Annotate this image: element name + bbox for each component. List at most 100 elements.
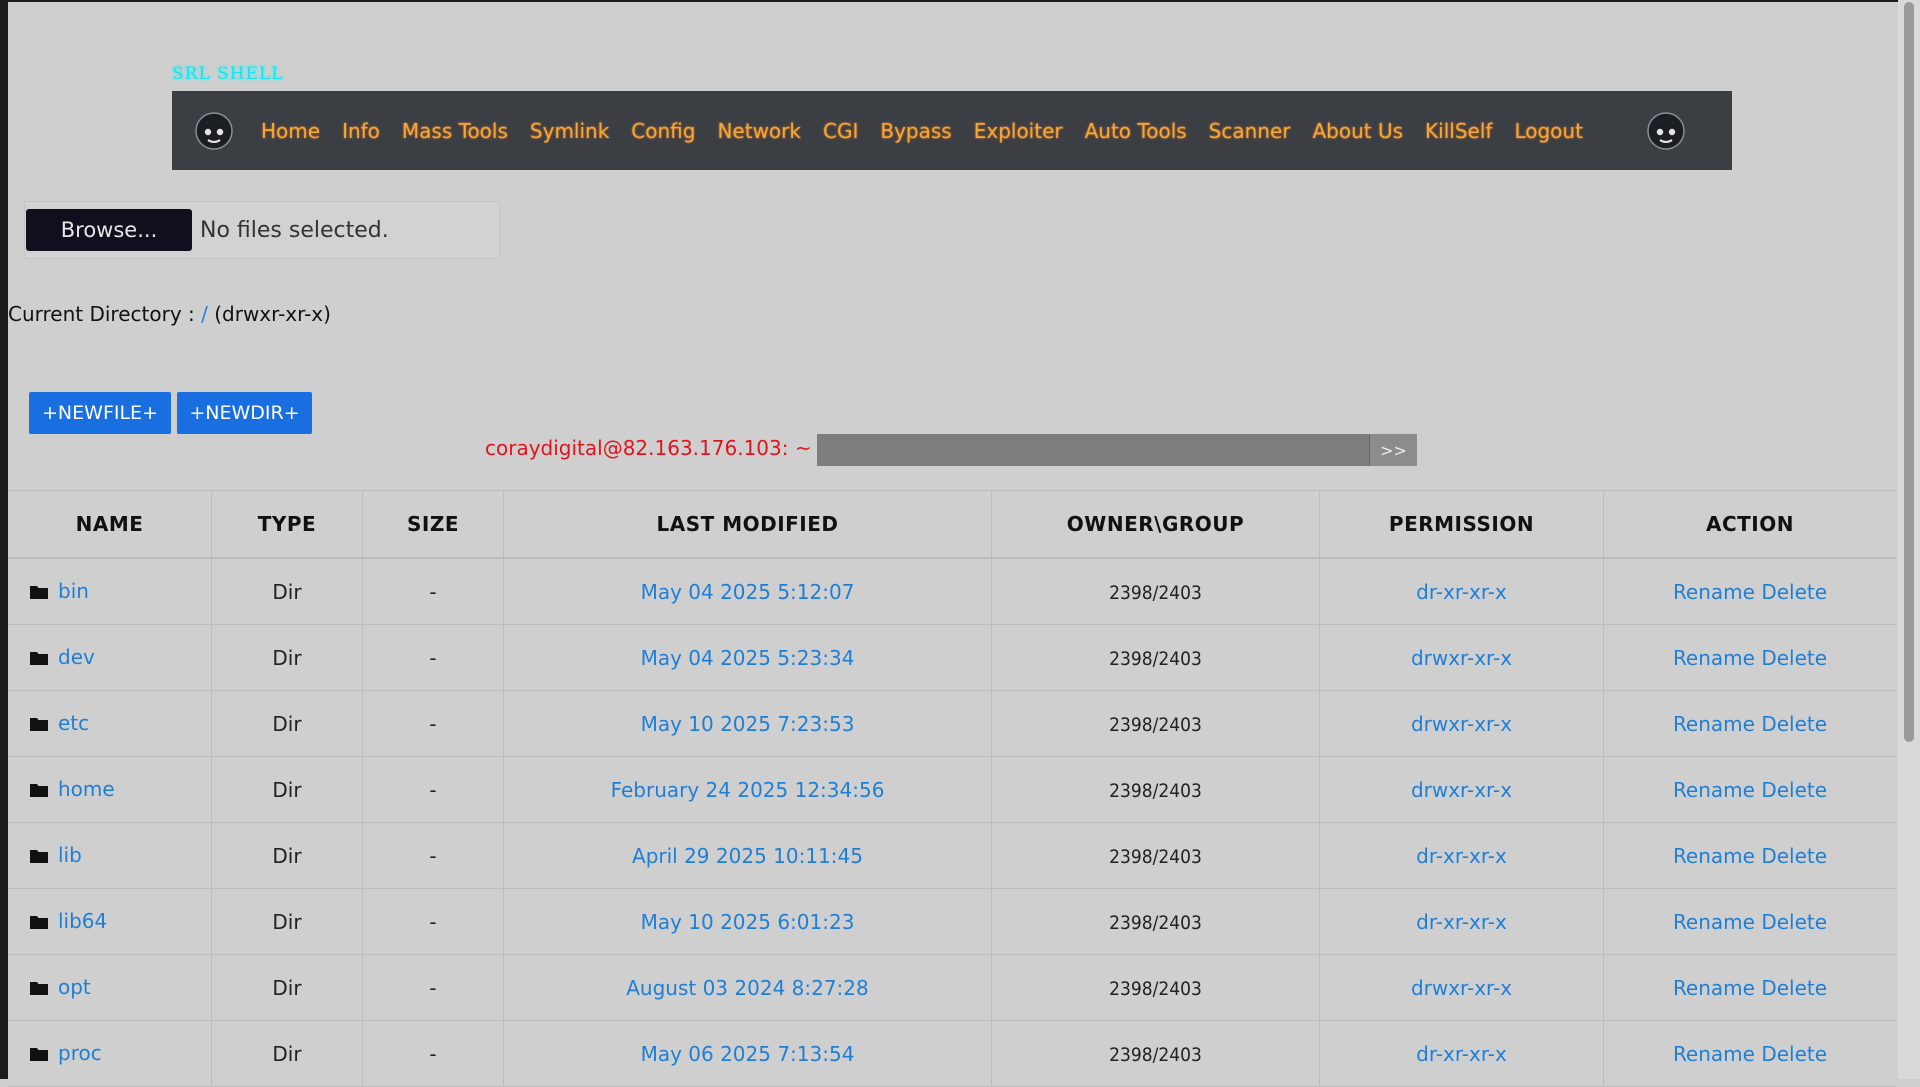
file-name-link[interactable]: proc — [58, 1041, 102, 1065]
rename-link[interactable]: Rename — [1673, 910, 1755, 934]
last-modified-link[interactable]: May 10 2025 7:23:53 — [641, 712, 855, 736]
rename-link[interactable]: Rename — [1673, 712, 1755, 736]
permission-link[interactable]: dr-xr-xr-x — [1416, 1042, 1507, 1066]
permission-link[interactable]: drwxr-xr-x — [1411, 712, 1512, 736]
scrollbar[interactable] — [1898, 0, 1920, 1079]
owner-cell: 2398/2403 — [991, 822, 1320, 889]
nav-item-logout[interactable]: Logout — [1514, 119, 1582, 143]
table-row: dev Dir - May 04 2025 5:23:34 2398/2403 drwxr… — [8, 624, 1896, 691]
delete-link[interactable]: Delete — [1761, 910, 1827, 934]
file-name-link[interactable]: home — [58, 777, 115, 801]
rename-link[interactable]: Rename — [1673, 646, 1755, 670]
file-name-link[interactable]: dev — [58, 645, 95, 669]
column-header-owner-group: OWNER\GROUP — [991, 490, 1320, 559]
new-file-button[interactable]: +NEWFILE+ — [29, 392, 171, 434]
last-modified-link[interactable]: May 04 2025 5:23:34 — [641, 646, 855, 670]
permission-link[interactable]: drwxr-xr-x — [1411, 778, 1512, 802]
owner-cell: 2398/2403 — [991, 888, 1320, 955]
current-directory-path[interactable]: / — [201, 302, 208, 326]
file-type: Dir — [272, 1041, 302, 1066]
size-cell: - — [362, 1020, 504, 1087]
file-size: - — [429, 579, 437, 604]
command-submit-button[interactable]: >> — [1369, 434, 1417, 466]
type-cell: Dir — [211, 888, 363, 955]
file-name-link[interactable]: lib64 — [58, 909, 107, 933]
scrollbar-thumb[interactable] — [1904, 2, 1914, 742]
modified-cell: May 10 2025 6:01:23 — [503, 888, 992, 955]
command-input[interactable] — [817, 434, 1369, 466]
rename-link[interactable]: Rename — [1673, 976, 1755, 1000]
delete-link[interactable]: Delete — [1761, 712, 1827, 736]
owner-cell: 2398/2403 — [991, 690, 1320, 757]
file-status: No files selected. — [200, 217, 389, 243]
rename-link[interactable]: Rename — [1673, 580, 1755, 604]
last-modified-link[interactable]: May 06 2025 7:13:54 — [641, 1042, 855, 1066]
name-cell: lib64 — [8, 888, 212, 955]
nav-item-mass-tools[interactable]: Mass Tools — [402, 119, 508, 143]
delete-link[interactable]: Delete — [1761, 844, 1827, 868]
last-modified-link[interactable]: August 03 2024 8:27:28 — [626, 976, 869, 1000]
size-cell: - — [362, 558, 504, 625]
file-name-link[interactable]: lib — [58, 843, 82, 867]
permission-cell: drwxr-xr-x — [1319, 624, 1604, 691]
delete-link[interactable]: Delete — [1761, 580, 1827, 604]
delete-link[interactable]: Delete — [1761, 976, 1827, 1000]
table-row: home Dir - February 24 2025 12:34:56 2398/24… — [8, 756, 1896, 823]
size-cell: - — [362, 822, 504, 889]
file-upload: Browse... No files selected. — [24, 201, 500, 259]
folder-icon — [30, 712, 48, 736]
file-size: - — [429, 645, 437, 670]
size-cell: - — [362, 888, 504, 955]
delete-link[interactable]: Delete — [1761, 1042, 1827, 1066]
file-size: - — [429, 1041, 437, 1066]
action-cell: Rename Delete — [1603, 624, 1896, 691]
nav-item-bypass[interactable]: Bypass — [880, 119, 951, 143]
nav-item-symlink[interactable]: Symlink — [530, 119, 609, 143]
nav-item-killself[interactable]: KillSelf — [1425, 119, 1492, 143]
nav-item-cgi[interactable]: CGI — [823, 119, 858, 143]
browse-button[interactable]: Browse... — [26, 209, 192, 251]
owner-cell: 2398/2403 — [991, 624, 1320, 691]
permission-cell: drwxr-xr-x — [1319, 690, 1604, 757]
type-cell: Dir — [211, 624, 363, 691]
permission-link[interactable]: dr-xr-xr-x — [1416, 580, 1507, 604]
file-name-link[interactable]: etc — [58, 711, 89, 735]
table-header-row: NAME TYPE SIZE LAST MODIFIED OWNER\GROUP… — [8, 490, 1896, 559]
rename-link[interactable]: Rename — [1673, 844, 1755, 868]
permission-link[interactable]: dr-xr-xr-x — [1416, 910, 1507, 934]
nav-menu: Home Info Mass Tools Symlink Config Network CG… — [250, 119, 1594, 143]
permission-link[interactable]: drwxr-xr-x — [1411, 976, 1512, 1000]
new-dir-button[interactable]: +NEWDIR+ — [177, 392, 312, 434]
last-modified-link[interactable]: May 10 2025 6:01:23 — [641, 910, 855, 934]
nav-item-exploiter[interactable]: Exploiter — [974, 119, 1063, 143]
nav-item-config[interactable]: Config — [631, 119, 695, 143]
table-row: bin Dir - May 04 2025 5:12:07 2398/2403 dr-xr… — [8, 558, 1896, 625]
nav-item-info[interactable]: Info — [342, 119, 380, 143]
nav-item-network[interactable]: Network — [717, 119, 801, 143]
last-modified-link[interactable]: February 24 2025 12:34:56 — [611, 778, 885, 802]
action-cell: Rename Delete — [1603, 954, 1896, 1021]
owner-group: 2398/2403 — [1109, 581, 1202, 604]
permission-link[interactable]: drwxr-xr-x — [1411, 646, 1512, 670]
action-cell: Rename Delete — [1603, 690, 1896, 757]
delete-link[interactable]: Delete — [1761, 778, 1827, 802]
last-modified-link[interactable]: April 29 2025 10:11:45 — [632, 844, 863, 868]
permission-link[interactable]: dr-xr-xr-x — [1416, 844, 1507, 868]
nav-item-scanner[interactable]: Scanner — [1209, 119, 1291, 143]
modified-cell: May 06 2025 7:13:54 — [503, 1020, 992, 1087]
window-frame-left — [0, 0, 8, 1079]
nav-item-home[interactable]: Home — [261, 119, 320, 143]
file-name-link[interactable]: opt — [58, 975, 91, 999]
column-header-last-modified: LAST MODIFIED — [503, 490, 992, 559]
nav-item-about-us[interactable]: About Us — [1313, 119, 1404, 143]
file-name-link[interactable]: bin — [58, 579, 89, 603]
name-cell: proc — [8, 1020, 212, 1087]
rename-link[interactable]: Rename — [1673, 778, 1755, 802]
delete-link[interactable]: Delete — [1761, 646, 1827, 670]
nav-item-auto-tools[interactable]: Auto Tools — [1085, 119, 1187, 143]
last-modified-link[interactable]: May 04 2025 5:12:07 — [641, 580, 855, 604]
file-table: NAME TYPE SIZE LAST MODIFIED OWNER\GROUP… — [8, 490, 1896, 1087]
rename-link[interactable]: Rename — [1673, 1042, 1755, 1066]
folder-icon — [30, 844, 48, 868]
file-size: - — [429, 975, 437, 1000]
